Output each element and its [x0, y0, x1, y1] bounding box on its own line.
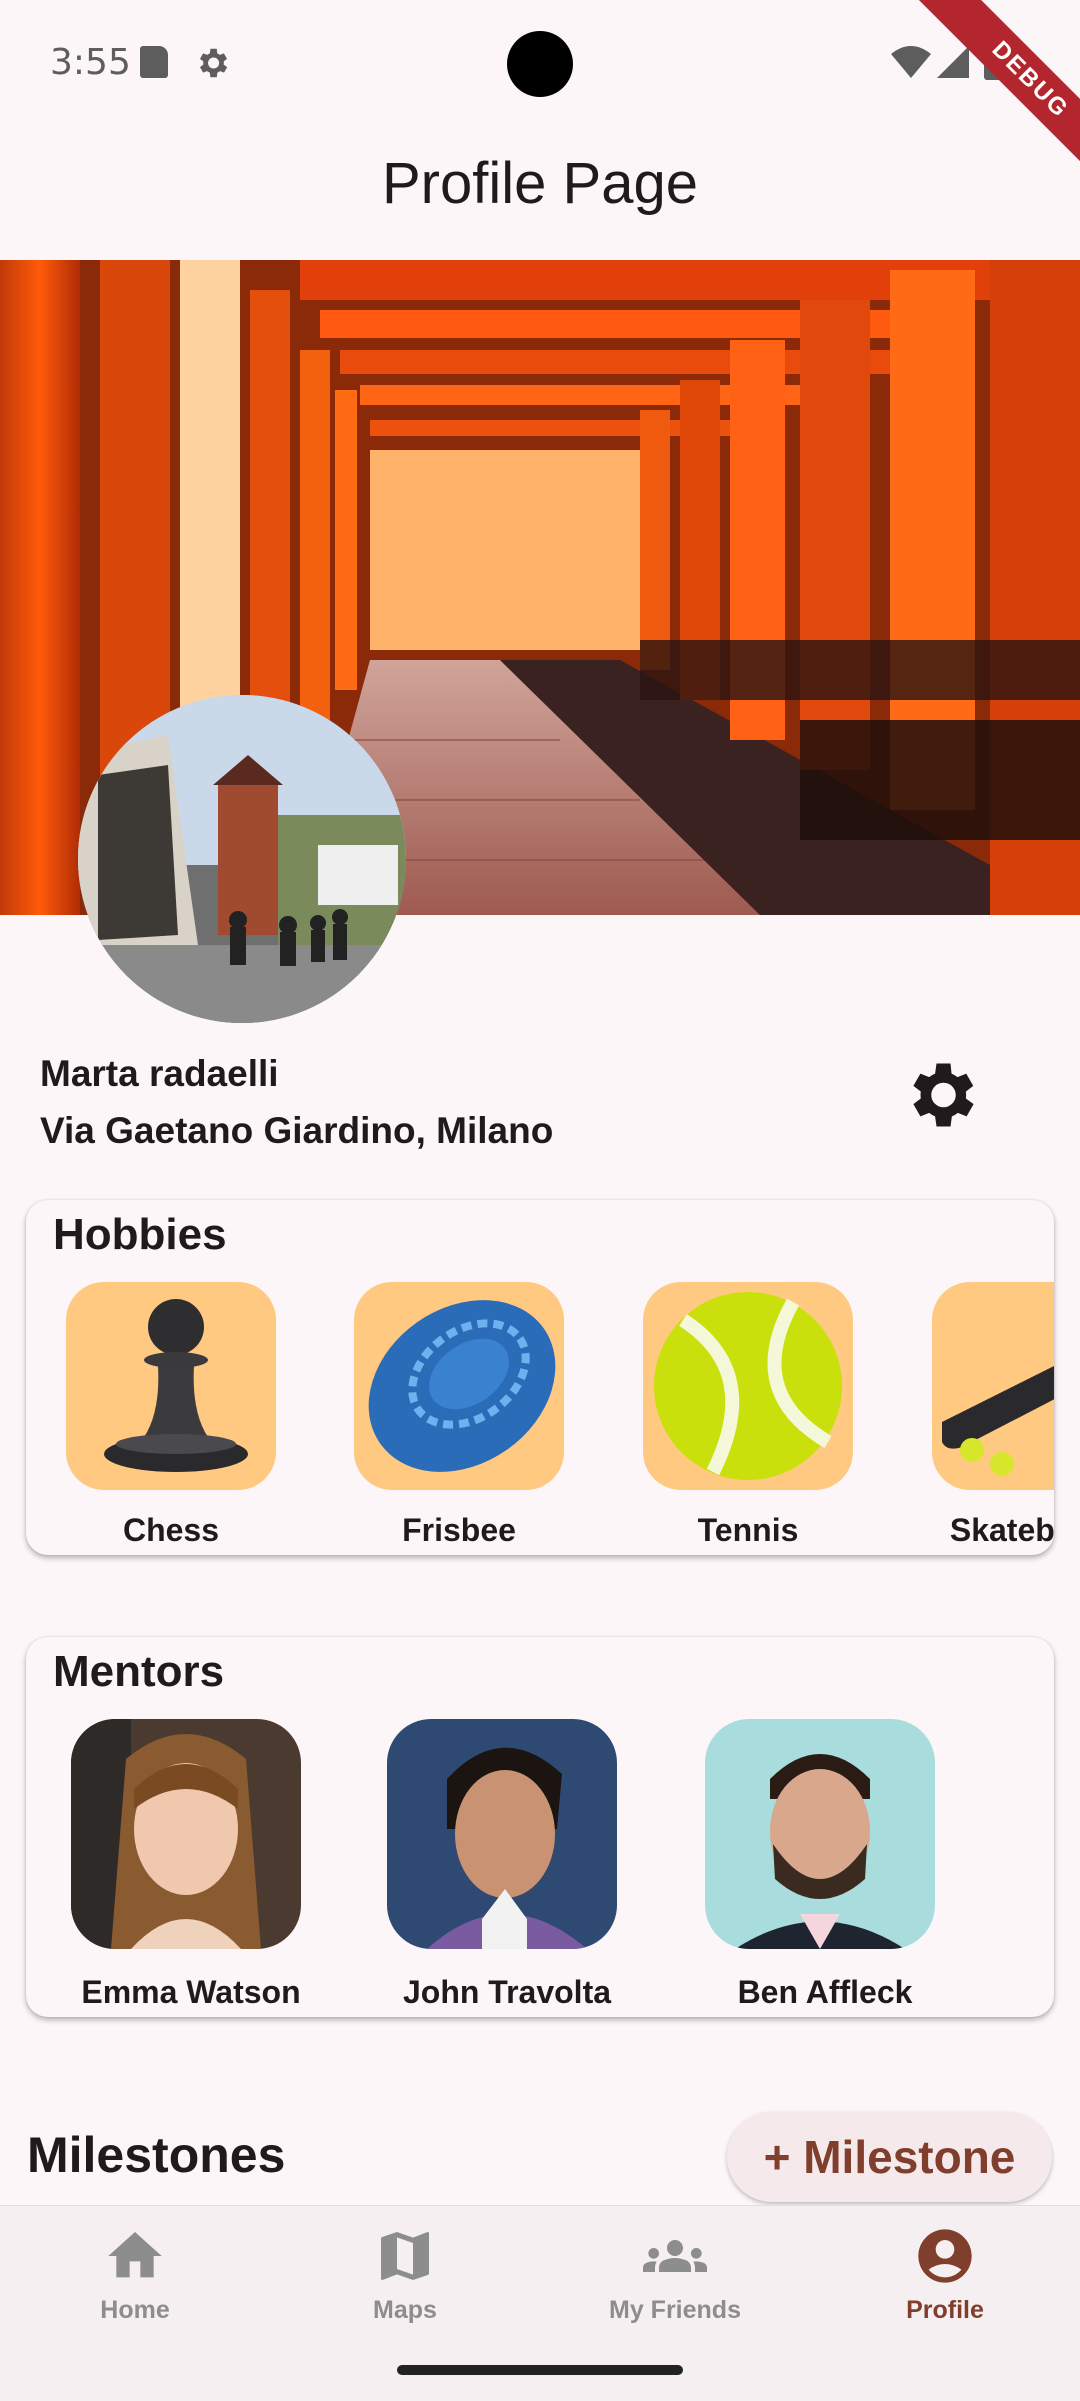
mentor-avatar	[705, 1719, 935, 1949]
account-circle-icon	[918, 2229, 972, 2283]
nav-label: Maps	[373, 2296, 437, 2324]
hobby-label: Tennis	[697, 1512, 799, 1548]
chess-pawn-icon	[104, 1299, 248, 1472]
hobby-label: Chess	[122, 1512, 220, 1548]
skateboard-icon	[942, 1366, 1054, 1476]
mentor-name: John Travolta	[402, 1974, 612, 2010]
nav-item-my-friends[interactable]: My Friends	[540, 2206, 810, 2346]
hobbies-title: Hobbies	[53, 1210, 227, 1259]
status-bar: 3:55	[0, 0, 1080, 130]
hobby-item[interactable]: Skateboard	[932, 1282, 1054, 1548]
nav-label: My Friends	[609, 2296, 741, 2324]
hobbies-card: Hobbies Chess Frisbee Tennis Skateb	[26, 1200, 1054, 1555]
mentors-card: Mentors Emma Watson John Travolta Ben Af…	[26, 1637, 1054, 2017]
settings-notification-icon	[199, 48, 228, 78]
signal-icon	[937, 46, 969, 78]
mentor-avatar	[71, 1719, 301, 1949]
people-icon	[643, 2240, 707, 2272]
gear-icon	[913, 1063, 974, 1127]
hobby-label: Frisbee	[402, 1512, 516, 1548]
hobby-label: Skateboard	[949, 1512, 1054, 1548]
mentor-name: Emma Watson	[81, 1974, 301, 2010]
mentor-name: Ben Affleck	[737, 1974, 913, 2010]
home-indicator[interactable]	[397, 2365, 683, 2375]
nav-item-profile[interactable]: Profile	[810, 2206, 1080, 2346]
mentor-avatar	[387, 1719, 617, 1949]
home-icon	[108, 2232, 162, 2278]
sd-card-icon	[140, 46, 168, 78]
milestones-title: Milestones	[27, 2127, 286, 2183]
status-time: 3:55	[50, 42, 131, 83]
profile-avatar[interactable]	[78, 695, 406, 1023]
nav-label: Profile	[906, 2296, 984, 2324]
nav-item-home[interactable]: Home	[0, 2206, 270, 2346]
profile-name: Marta radaelli	[40, 1053, 279, 1094]
camera-cutout	[507, 31, 573, 97]
hobby-item[interactable]: Chess	[66, 1282, 276, 1548]
settings-button[interactable]	[890, 1050, 990, 1140]
frisbee-icon	[368, 1300, 556, 1472]
add-milestone-button[interactable]: + Milestone	[727, 2112, 1052, 2202]
wifi-icon	[891, 46, 931, 78]
profile-address: Via Gaetano Giardino, Milano	[40, 1110, 554, 1151]
mentors-title: Mentors	[53, 1647, 225, 1696]
map-icon	[381, 2232, 429, 2280]
page-title: Profile Page	[382, 151, 698, 216]
nav-label: Home	[100, 2296, 170, 2324]
hobby-item[interactable]: Tennis	[643, 1282, 853, 1548]
hobby-item[interactable]: Frisbee	[354, 1282, 564, 1548]
tennis-ball-icon	[654, 1292, 842, 1480]
nav-item-maps[interactable]: Maps	[270, 2206, 540, 2346]
